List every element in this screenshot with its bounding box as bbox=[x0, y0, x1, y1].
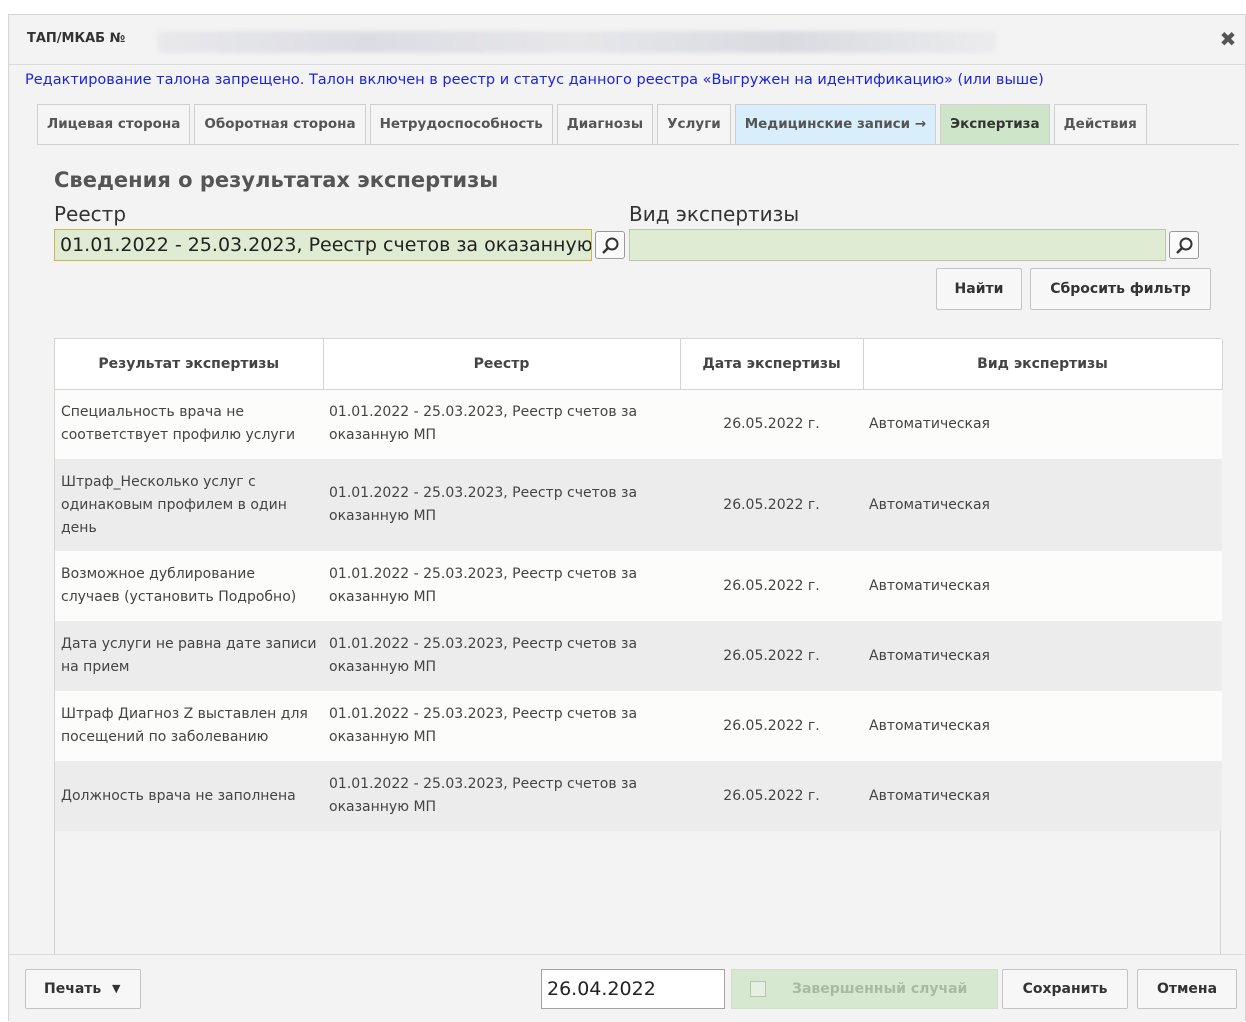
reset-filter-button[interactable]: Сбросить фильтр bbox=[1030, 268, 1211, 310]
tab-4[interactable]: Услуги bbox=[657, 104, 731, 144]
column-header-date[interactable]: Дата экспертизы bbox=[680, 339, 864, 390]
cell-date: 26.05.2022 г. bbox=[680, 551, 863, 621]
cell-type: Автоматическая bbox=[863, 459, 1222, 551]
registry-label: Реестр bbox=[54, 202, 127, 226]
dialog-window: ТАП/МКАБ № ✖ Редактирование талона запре… bbox=[8, 14, 1246, 1022]
cell-registry: 01.01.2022 - 25.03.2023, Реестр счетов з… bbox=[323, 389, 680, 459]
cell-date: 26.05.2022 г. bbox=[680, 621, 863, 691]
cell-date: 26.05.2022 г. bbox=[680, 389, 863, 459]
cell-type: Автоматическая bbox=[863, 761, 1222, 831]
tab-bar: Лицевая сторона Оборотная сторона Нетрудос… bbox=[37, 104, 1147, 144]
expertise-type-field[interactable] bbox=[629, 229, 1166, 261]
save-button[interactable]: Сохранить bbox=[1002, 969, 1128, 1009]
cell-result: Возможное дублирование случаев (установи… bbox=[55, 551, 323, 621]
cell-registry: 01.01.2022 - 25.03.2023, Реестр счетов з… bbox=[323, 761, 680, 831]
cell-registry: 01.01.2022 - 25.03.2023, Реестр счетов з… bbox=[323, 551, 680, 621]
title-bar: ТАП/МКАБ № ✖ bbox=[9, 15, 1245, 65]
tab-3[interactable]: Диагнозы bbox=[556, 104, 654, 144]
cell-registry: 01.01.2022 - 25.03.2023, Реестр счетов з… bbox=[323, 459, 680, 551]
table-row[interactable]: Должность врача не заполнена 01.01.2022 -… bbox=[55, 761, 1222, 831]
cell-type: Автоматическая bbox=[863, 389, 1222, 459]
window-title: ТАП/МКАБ № bbox=[27, 31, 126, 46]
cell-result: Специальность врача не соответствует про… bbox=[55, 389, 323, 459]
cell-result: Штраф_Несколько услуг с одинаковым профи… bbox=[55, 459, 323, 551]
section-title: Сведения о результатах экспертизы bbox=[54, 168, 499, 192]
search-icon bbox=[602, 237, 619, 254]
tab-6[interactable]: Экспертиза bbox=[940, 104, 1050, 144]
registry-search-button[interactable] bbox=[595, 231, 625, 259]
table-row[interactable]: Штраф Диагноз Z выставлен для посещений … bbox=[55, 691, 1222, 761]
column-header-registry[interactable]: Реестр bbox=[323, 339, 681, 390]
chevron-down-icon: ▼ bbox=[112, 982, 121, 995]
completed-case-label: Завершенный случай bbox=[792, 981, 968, 997]
footer-bar: Печать ▼ 26.04.2022 Завершенный случай С… bbox=[9, 954, 1245, 1022]
close-icon[interactable]: ✖ bbox=[1217, 28, 1239, 50]
tab-1[interactable]: Оборотная сторона bbox=[194, 104, 366, 144]
cell-type: Автоматическая bbox=[863, 551, 1222, 621]
expertise-table: Результат экспертизы Реестр Дата эксперт… bbox=[54, 338, 1223, 955]
tab-0[interactable]: Лицевая сторона bbox=[37, 104, 191, 144]
table-row[interactable]: Специальность врача не соответствует про… bbox=[55, 389, 1222, 459]
expertise-type-label: Вид экспертизы bbox=[629, 202, 800, 226]
cell-registry: 01.01.2022 - 25.03.2023, Реестр счетов з… bbox=[323, 691, 680, 761]
cell-date: 26.05.2022 г. bbox=[680, 459, 863, 551]
cell-result: Штраф Диагноз Z выставлен для посещений … bbox=[55, 691, 323, 761]
table-row[interactable]: Возможное дублирование случаев (установи… bbox=[55, 551, 1222, 621]
cell-date: 26.05.2022 г. bbox=[680, 691, 863, 761]
tab-2[interactable]: Нетрудоспособность bbox=[369, 104, 553, 144]
expertise-type-search-button[interactable] bbox=[1169, 231, 1199, 259]
tab-5[interactable]: Медицинские записи → bbox=[734, 104, 937, 144]
column-header-type[interactable]: Вид экспертизы bbox=[863, 339, 1223, 390]
cell-registry: 01.01.2022 - 25.03.2023, Реестр счетов з… bbox=[323, 621, 680, 691]
cell-type: Автоматическая bbox=[863, 621, 1222, 691]
table-header-row: Результат экспертизы Реестр Дата эксперт… bbox=[55, 339, 1223, 390]
checkbox-icon bbox=[750, 981, 766, 997]
cell-type: Автоматическая bbox=[863, 691, 1222, 761]
tab-7[interactable]: Действия bbox=[1053, 104, 1147, 144]
blurred-card-number bbox=[157, 31, 997, 53]
registry-field[interactable]: 01.01.2022 - 25.03.2023, Реестр счетов з… bbox=[54, 229, 592, 261]
edit-locked-warning: Редактирование талона запрещено. Талон в… bbox=[25, 72, 1044, 88]
search-icon bbox=[1176, 237, 1193, 254]
table-row[interactable]: Штраф_Несколько услуг с одинаковым профи… bbox=[55, 459, 1222, 551]
print-button[interactable]: Печать ▼ bbox=[25, 969, 141, 1009]
cell-result: Должность врача не заполнена bbox=[55, 761, 323, 831]
cell-result: Дата услуги не равна дате записи на прие… bbox=[55, 621, 323, 691]
completed-case-checkbox: Завершенный случай bbox=[731, 969, 998, 1009]
print-label: Печать bbox=[44, 981, 102, 997]
table-row[interactable]: Дата услуги не равна дате записи на прие… bbox=[55, 621, 1222, 691]
date-field[interactable]: 26.04.2022 bbox=[541, 969, 725, 1009]
column-header-result[interactable]: Результат экспертизы bbox=[55, 339, 324, 390]
find-button[interactable]: Найти bbox=[936, 268, 1022, 310]
cancel-button[interactable]: Отмена bbox=[1137, 969, 1237, 1009]
cell-date: 26.05.2022 г. bbox=[680, 761, 863, 831]
